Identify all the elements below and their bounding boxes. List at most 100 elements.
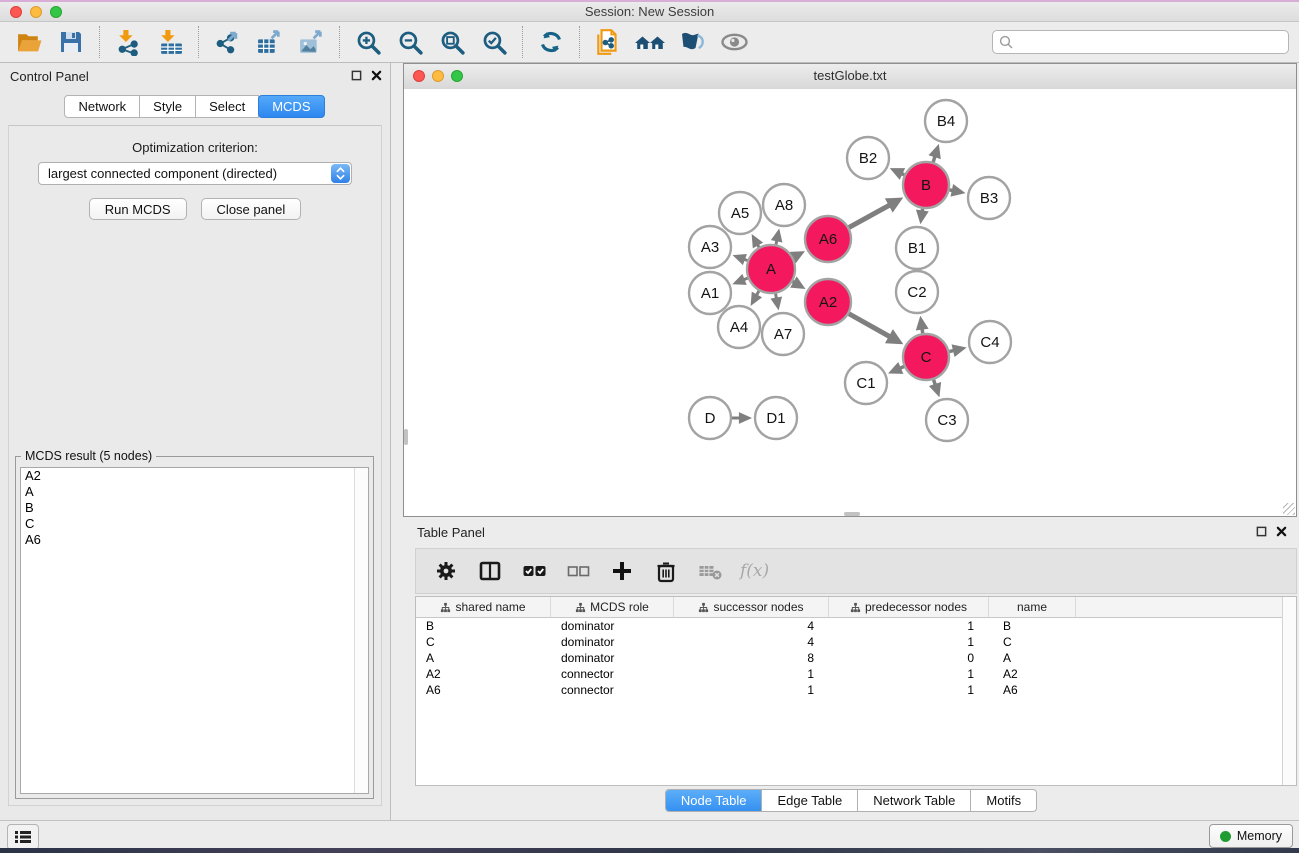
tab-network[interactable]: Network — [64, 95, 140, 118]
table-cell[interactable]: A2 — [416, 667, 551, 681]
table-cell[interactable]: connector — [551, 667, 674, 681]
network-canvas[interactable]: B4B2BB3A5A8A6A3AB1A1C2A2A4A7C4CC1C3DD1 — [404, 89, 1296, 516]
node-table: shared nameMCDS rolesuccessor nodes prede… — [415, 596, 1297, 786]
tab-mcds[interactable]: MCDS — [258, 95, 324, 118]
task-history-button[interactable] — [7, 824, 39, 850]
search-input[interactable] — [992, 30, 1289, 54]
mcds-result-item[interactable]: A6 — [21, 532, 368, 548]
close-table-panel-icon[interactable] — [1276, 526, 1287, 537]
edge-A6-B[interactable] — [849, 205, 890, 227]
canvas-vertical-scrollbar[interactable] — [404, 429, 408, 445]
table-row[interactable]: A6connector11A6 — [416, 682, 1296, 698]
hide-selected-icon[interactable] — [671, 25, 713, 59]
table-row[interactable]: Adominator80A — [416, 650, 1296, 666]
delete-table-icon[interactable] — [692, 553, 728, 589]
zoom-fit-icon[interactable] — [431, 25, 473, 59]
table-cell[interactable]: dominator — [551, 635, 674, 649]
tab-node-table[interactable]: Node Table — [666, 790, 763, 811]
settings-gear-icon[interactable] — [428, 553, 464, 589]
export-table-icon[interactable] — [248, 25, 290, 59]
node-label-A1: A1 — [701, 285, 719, 302]
column-header-predecessor-nodes[interactable]: predecessor nodes — [829, 597, 989, 617]
window-resize-grip[interactable] — [1283, 503, 1295, 515]
mcds-result-item[interactable]: A2 — [21, 468, 368, 484]
canvas-horizontal-scrollbar[interactable] — [844, 512, 860, 516]
table-cell[interactable]: 1 — [674, 683, 829, 697]
table-cell[interactable]: A2 — [989, 667, 1076, 681]
table-row[interactable]: Bdominator41B — [416, 618, 1296, 634]
table-cell[interactable]: C — [989, 635, 1076, 649]
float-panel-icon[interactable] — [351, 70, 362, 81]
export-network-icon[interactable] — [206, 25, 248, 59]
function-builder-icon[interactable]: f(x) — [736, 561, 769, 581]
add-icon[interactable] — [604, 553, 640, 589]
table-scrollbar[interactable] — [1282, 597, 1296, 785]
table-row[interactable]: Cdominator41C — [416, 634, 1296, 650]
table-cell[interactable]: 4 — [674, 619, 829, 633]
import-network-icon[interactable] — [107, 25, 149, 59]
tab-motifs[interactable]: Motifs — [971, 790, 1036, 811]
result-scrollbar[interactable] — [354, 468, 368, 793]
run-mcds-button[interactable]: Run MCDS — [89, 198, 187, 220]
refresh-icon[interactable] — [530, 25, 572, 59]
table-cell[interactable]: B — [989, 619, 1076, 633]
table-cell[interactable]: A — [989, 651, 1076, 665]
app-titlebar[interactable]: Session: New Session — [0, 2, 1299, 22]
table-cell[interactable]: dominator — [551, 651, 674, 665]
open-file-icon[interactable] — [8, 25, 50, 59]
column-header-mcds-role[interactable]: MCDS role — [551, 597, 674, 617]
table-row[interactable]: A2connector11A2 — [416, 666, 1296, 682]
node-label-D: D — [705, 410, 716, 427]
mcds-result-item[interactable]: C — [21, 516, 368, 532]
table-cell[interactable]: 1 — [829, 683, 989, 697]
column-header-shared-name[interactable]: shared name — [416, 597, 551, 617]
show-column-icon[interactable] — [472, 553, 508, 589]
import-table-icon[interactable] — [149, 25, 191, 59]
show-all-icon[interactable] — [713, 25, 755, 59]
mcds-result-list[interactable]: A2ABCA6 — [20, 467, 369, 794]
table-cell[interactable]: A — [416, 651, 551, 665]
mcds-result-item[interactable]: A — [21, 484, 368, 500]
zoom-in-icon[interactable] — [347, 25, 389, 59]
table-cell[interactable]: 0 — [829, 651, 989, 665]
list-icon — [13, 828, 33, 846]
table-cell[interactable]: 8 — [674, 651, 829, 665]
table-cell[interactable]: connector — [551, 683, 674, 697]
close-panel-button[interactable]: Close panel — [201, 198, 302, 220]
table-cell[interactable]: 4 — [674, 635, 829, 649]
unselect-all-icon[interactable] — [560, 553, 596, 589]
zoom-selected-icon[interactable] — [473, 25, 515, 59]
save-session-icon[interactable] — [50, 25, 92, 59]
column-header-label: predecessor nodes — [865, 600, 967, 614]
table-cell[interactable]: C — [416, 635, 551, 649]
column-header-name[interactable]: name — [989, 597, 1076, 617]
table-cell[interactable]: A6 — [416, 683, 551, 697]
clone-network-icon[interactable] — [587, 25, 629, 59]
table-cell[interactable]: 1 — [829, 667, 989, 681]
tab-network-table[interactable]: Network Table — [858, 790, 971, 811]
close-panel-icon[interactable] — [371, 70, 382, 81]
memory-button[interactable]: Memory — [1209, 824, 1293, 848]
table-cell[interactable]: B — [416, 619, 551, 633]
tab-style[interactable]: Style — [139, 95, 196, 118]
select-all-icon[interactable] — [516, 553, 552, 589]
search-icon — [998, 34, 1014, 55]
delete-icon[interactable] — [648, 553, 684, 589]
criterion-select[interactable]: largest connected component (directed) — [38, 162, 352, 185]
edge-A2-C[interactable] — [849, 314, 890, 337]
tab-edge-table[interactable]: Edge Table — [762, 790, 858, 811]
mcds-result-item[interactable]: B — [21, 500, 368, 516]
tab-select[interactable]: Select — [195, 95, 259, 118]
float-table-panel-icon[interactable] — [1256, 526, 1267, 537]
column-header-successor-nodes[interactable]: successor nodes — [674, 597, 829, 617]
table-cell[interactable]: dominator — [551, 619, 674, 633]
table-cell[interactable]: A6 — [989, 683, 1076, 697]
network-graph[interactable]: B4B2BB3A5A8A6A3AB1A1C2A2A4A7C4CC1C3DD1 — [404, 89, 1296, 516]
table-cell[interactable]: 1 — [674, 667, 829, 681]
zoom-out-icon[interactable] — [389, 25, 431, 59]
network-window-titlebar[interactable]: testGlobe.txt — [404, 64, 1296, 90]
export-image-icon[interactable] — [290, 25, 332, 59]
table-cell[interactable]: 1 — [829, 619, 989, 633]
table-cell[interactable]: 1 — [829, 635, 989, 649]
first-neighbors-icon[interactable] — [629, 25, 671, 59]
